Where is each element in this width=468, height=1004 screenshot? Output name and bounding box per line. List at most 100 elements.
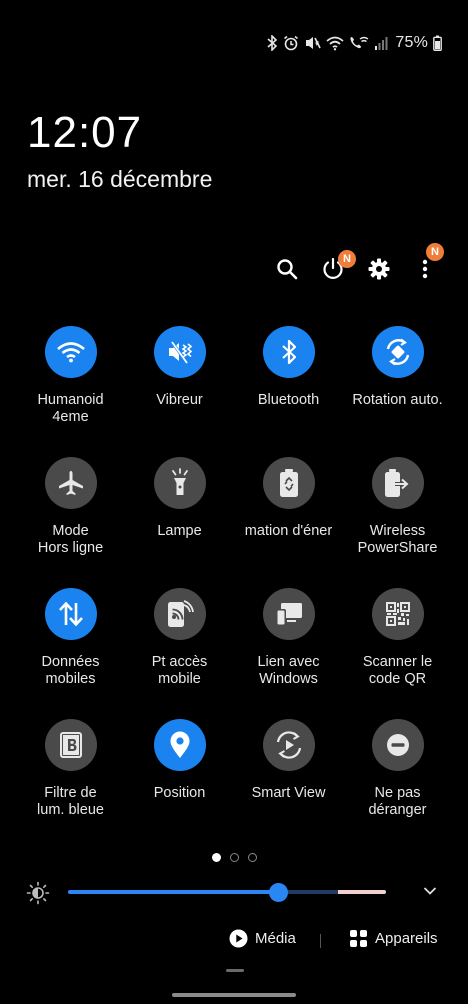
tile-do-not-disturb-toggle[interactable] <box>371 719 424 771</box>
tile-auto-rotate-toggle[interactable] <box>371 326 424 378</box>
tile-link-windows[interactable]: Lien avec Windows <box>234 588 343 719</box>
tile-wireless-powershare[interactable]: Wireless PowerShare <box>343 457 452 588</box>
brightness-high-zone <box>338 890 386 894</box>
tile-blue-light-filter[interactable]: Filtre de lum. bleue <box>16 719 125 850</box>
tile-airplane-mode-toggle[interactable] <box>44 457 97 509</box>
tile-do-not-disturb-label: Ne pas déranger <box>368 785 427 818</box>
alarm-icon <box>284 35 299 51</box>
tile-link-windows-toggle[interactable] <box>262 588 315 640</box>
settings-button[interactable] <box>356 252 402 286</box>
chevron-down-icon[interactable] <box>422 883 438 899</box>
tile-airplane-mode[interactable]: Mode Hors ligne <box>16 457 125 588</box>
tile-power-saving-toggle[interactable] <box>262 457 315 509</box>
more-notification-badge: N <box>426 243 444 261</box>
tile-mobile-hotspot-toggle[interactable] <box>153 588 206 640</box>
blue-light-filter-icon <box>59 732 82 758</box>
battery-saver-icon <box>279 469 298 497</box>
tile-wifi-label: Humanoid 4eme <box>37 392 104 425</box>
tile-bluetooth[interactable]: Bluetooth <box>234 326 343 457</box>
tile-location-toggle[interactable] <box>153 719 206 771</box>
search-icon <box>277 259 298 280</box>
tile-wireless-powershare-label: Wireless PowerShare <box>357 523 438 556</box>
more-options-button[interactable]: N <box>402 243 448 286</box>
tile-wifi[interactable]: Humanoid 4eme <box>16 326 125 457</box>
quick-settings-grid: Humanoid 4eme Vibreur Bluetooth Rotation… <box>16 326 452 850</box>
tile-flashlight-toggle[interactable] <box>153 457 206 509</box>
tile-qr-scanner[interactable]: Scanner le code QR <box>343 588 452 719</box>
tile-mobile-hotspot[interactable]: Pt accès mobile <box>125 588 234 719</box>
devices-button[interactable]: Appareils <box>349 929 438 948</box>
tile-mobile-data-toggle[interactable] <box>44 588 97 640</box>
tile-mobile-data-label: Données mobiles <box>41 654 100 687</box>
flashlight-icon <box>171 468 188 495</box>
search-button[interactable] <box>264 252 310 286</box>
tile-vibrate-label: Vibreur <box>156 392 203 408</box>
page-indicator <box>0 853 468 862</box>
brightness-slider-track[interactable] <box>68 890 386 894</box>
tile-qr-scanner-label: Scanner le code QR <box>362 654 433 687</box>
devices-grid-icon <box>350 930 367 947</box>
page-dot-2[interactable] <box>229 853 239 862</box>
hotspot-icon <box>167 600 194 627</box>
tile-flashlight[interactable]: Lampe <box>125 457 234 588</box>
tile-power-saving[interactable]: mation d'éner <box>234 457 343 588</box>
quick-panel-actions: N N <box>264 243 448 286</box>
vibrate-icon <box>306 37 322 49</box>
rotation-icon <box>386 338 409 366</box>
tile-wireless-powershare-toggle[interactable] <box>371 457 424 509</box>
tile-do-not-disturb[interactable]: Ne pas déranger <box>343 719 452 850</box>
status-bar: 75% <box>266 32 442 54</box>
mobile-data-icon <box>58 601 83 627</box>
tile-auto-rotate-label: Rotation auto. <box>352 392 443 408</box>
brightness-slider-thumb[interactable] <box>268 883 288 902</box>
battery-icon <box>433 35 442 51</box>
tile-wifi-toggle[interactable] <box>44 326 97 378</box>
tile-bluetooth-toggle[interactable] <box>262 326 315 378</box>
power-notification-badge: N <box>338 250 356 268</box>
tile-auto-rotate[interactable]: Rotation auto. <box>343 326 452 457</box>
tile-vibrate-toggle[interactable] <box>153 326 206 378</box>
wifi-icon <box>56 342 85 363</box>
clock-date: mer. 16 décembre <box>27 166 213 192</box>
panel-drag-handle[interactable] <box>226 969 244 972</box>
page-dot-3[interactable] <box>247 853 257 862</box>
tile-flashlight-label: Lampe <box>157 523 202 539</box>
tile-mobile-data[interactable]: Données mobiles <box>16 588 125 719</box>
media-devices-row: Média Appareils <box>0 926 468 956</box>
battery-level: 75% <box>395 34 428 51</box>
powershare-icon <box>384 469 410 497</box>
airplane-icon <box>58 471 83 495</box>
tile-smart-view-toggle[interactable] <box>262 719 315 771</box>
location-icon <box>170 731 189 758</box>
vibrate-icon <box>168 341 192 364</box>
tile-location[interactable]: Position <box>125 719 234 850</box>
media-divider <box>320 934 321 948</box>
bluetooth-icon <box>281 339 296 365</box>
tile-blue-light-filter-label: Filtre de lum. bleue <box>37 785 104 818</box>
devices-label: Appareils <box>375 930 438 947</box>
tile-smart-view-label: Smart View <box>251 785 326 801</box>
home-indicator[interactable] <box>172 993 296 997</box>
media-button[interactable]: Média <box>229 929 296 948</box>
bluetooth-icon <box>267 35 278 51</box>
tile-blue-light-filter-toggle[interactable] <box>44 719 97 771</box>
wifi-icon <box>326 36 344 51</box>
wifi-calling-icon <box>350 36 369 49</box>
play-icon <box>229 929 248 948</box>
page-dot-1[interactable] <box>211 853 221 862</box>
tile-vibrate[interactable]: Vibreur <box>125 326 234 457</box>
sun-icon <box>26 881 50 905</box>
qr-code-icon <box>385 602 410 626</box>
tile-smart-view[interactable]: Smart View <box>234 719 343 850</box>
media-label: Média <box>255 930 296 947</box>
smart-view-icon <box>276 731 301 759</box>
tile-location-label: Position <box>153 785 206 801</box>
tile-power-saving-label: mation d'éner <box>244 523 333 539</box>
tile-airplane-mode-label: Mode Hors ligne <box>37 523 104 556</box>
link-windows-icon <box>275 603 302 626</box>
clock-time: 12:07 <box>27 108 143 157</box>
tile-link-windows-label: Lien avec Windows <box>257 654 320 687</box>
power-button[interactable]: N <box>310 250 356 286</box>
tile-qr-scanner-toggle[interactable] <box>371 588 424 640</box>
gear-icon <box>368 258 390 280</box>
